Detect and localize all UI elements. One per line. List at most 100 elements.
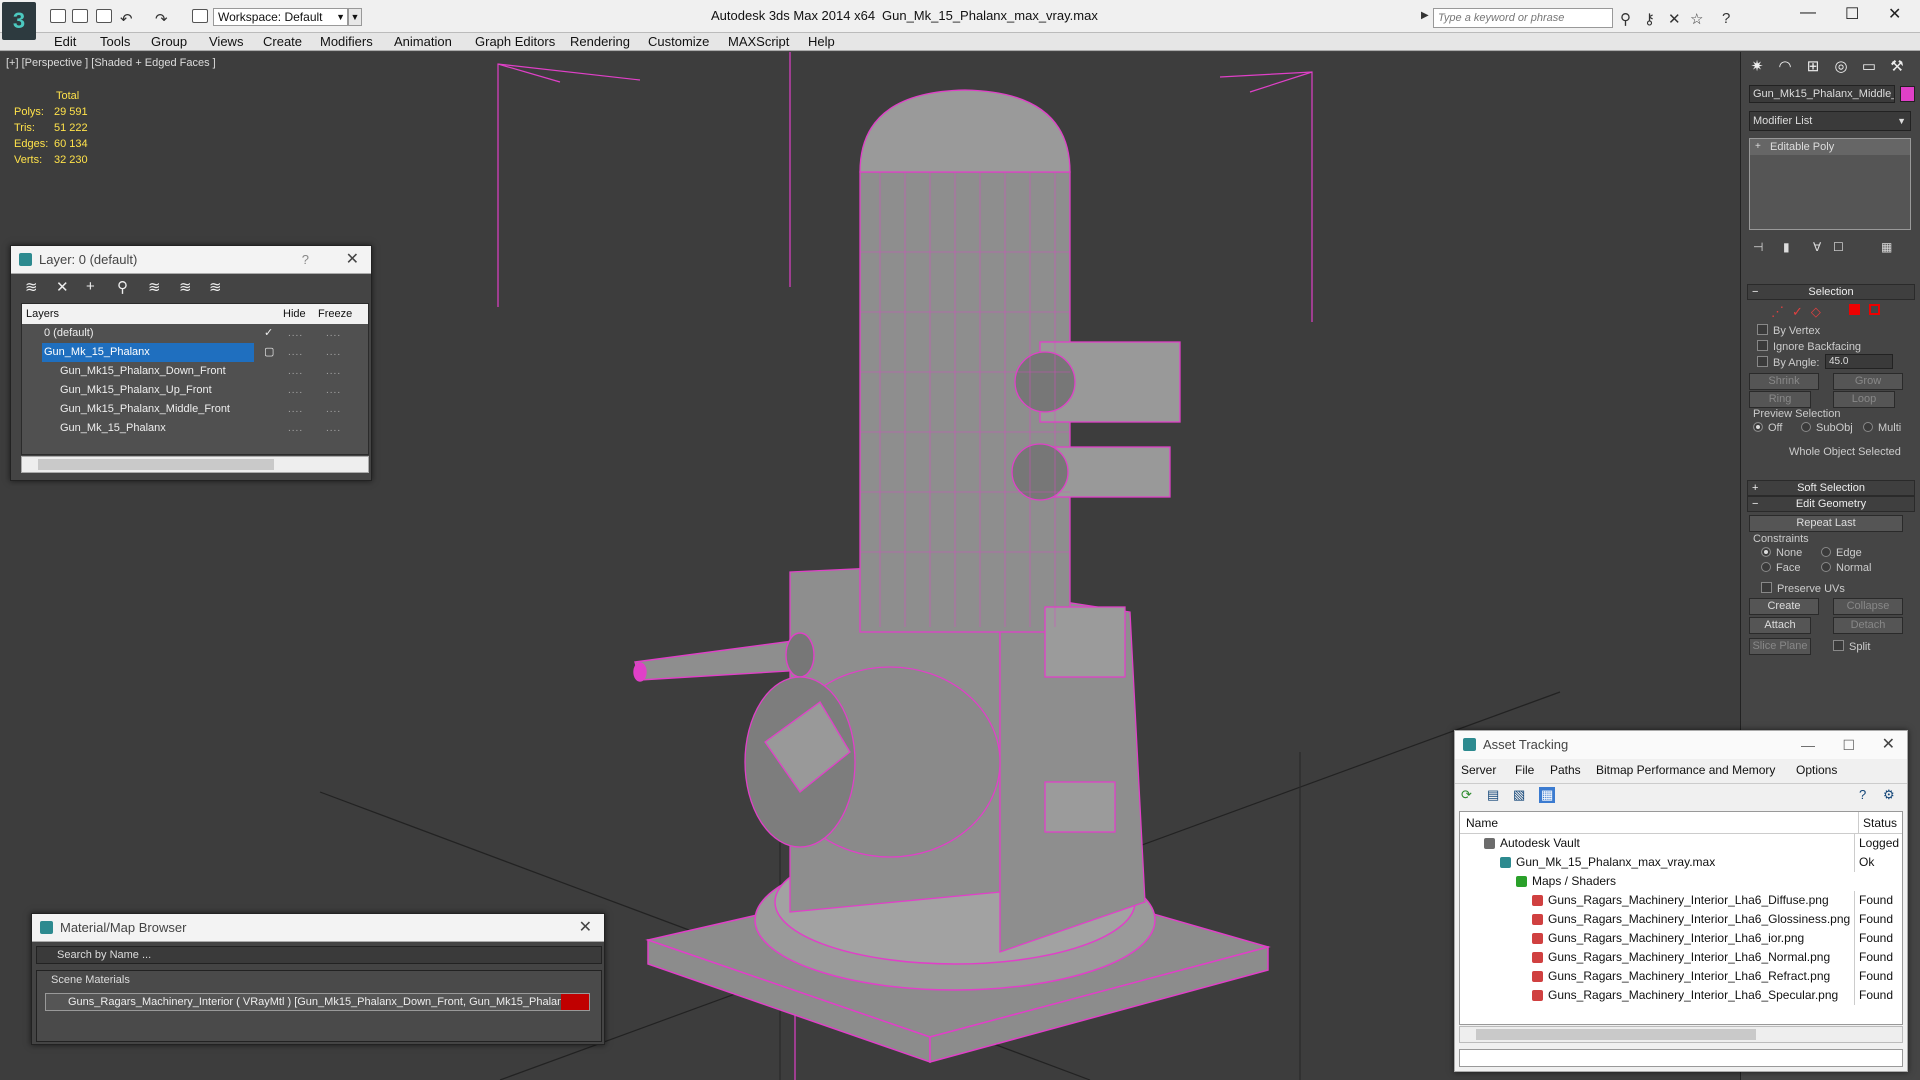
hide-all-layers-icon[interactable]: ≋ xyxy=(179,278,192,296)
menu-server[interactable]: Server xyxy=(1461,763,1496,777)
remove-modifier-icon[interactable]: ☐ xyxy=(1833,240,1844,254)
menu-file[interactable]: File xyxy=(1515,763,1534,777)
workspace-select[interactable]: Workspace: Default ▼ xyxy=(213,8,348,26)
modifier-list-dropdown[interactable]: Modifier List ▼ xyxy=(1749,111,1911,131)
edit-geometry-rollout[interactable]: − Edit Geometry xyxy=(1747,496,1915,512)
detach-button[interactable]: Detach xyxy=(1833,617,1903,634)
menu-options[interactable]: Options xyxy=(1796,763,1837,777)
col-layers[interactable]: Layers xyxy=(26,304,59,324)
close-icon[interactable]: ✕ xyxy=(1888,4,1901,24)
layer-row[interactable]: Gun_Mk15_Phalanx_Down_Front .... .... xyxy=(22,362,358,381)
save-file-icon[interactable] xyxy=(96,9,112,23)
preview-multi-radio[interactable]: Multi xyxy=(1863,422,1901,434)
by-vertex-checkbox[interactable]: By Vertex xyxy=(1757,324,1820,337)
table-row[interactable]: Maps / Shaders xyxy=(1460,872,1902,891)
configure-sets-icon[interactable]: ▦ xyxy=(1881,240,1892,254)
material-item[interactable]: Guns_Ragars_Machinery_Interior ( VRayMtl… xyxy=(45,993,590,1011)
col-hide[interactable]: Hide xyxy=(283,304,306,324)
layer-row[interactable]: Gun_Mk15_Phalanx_Middle_Front .... .... xyxy=(22,400,358,419)
menu-create[interactable]: Create xyxy=(263,34,302,49)
refresh-icon[interactable]: ⟳ xyxy=(1461,787,1472,803)
menu-paths[interactable]: Paths xyxy=(1550,763,1581,777)
binoculars-icon[interactable]: ⚲ xyxy=(1620,10,1631,28)
split-checkbox[interactable]: Split xyxy=(1833,640,1870,653)
menu-maxscript[interactable]: MAXScript xyxy=(728,34,789,49)
col-name[interactable]: Name xyxy=(1466,812,1498,834)
layer-row[interactable]: 0 (default) ✓ .... .... xyxy=(22,324,358,343)
workspace-dropdown-button[interactable]: ▼ xyxy=(348,8,362,26)
collapse-button[interactable]: Collapse xyxy=(1833,598,1903,615)
material-search-input[interactable]: Search by Name ... xyxy=(36,946,602,964)
angle-input[interactable]: 45.0 xyxy=(1825,354,1893,369)
create-button[interactable]: Create xyxy=(1749,598,1819,615)
menu-rendering[interactable]: Rendering xyxy=(570,34,630,49)
close-icon[interactable]: ✕ xyxy=(1882,731,1895,759)
display-tab-icon[interactable]: ▭ xyxy=(1857,56,1881,78)
utilities-tab-icon[interactable]: ⚒ xyxy=(1885,56,1909,78)
maximize-icon[interactable]: ☐ xyxy=(1845,4,1859,24)
menu-tools[interactable]: Tools xyxy=(100,34,130,49)
delete-layer-icon[interactable]: ✕ xyxy=(56,278,69,296)
maximize-icon[interactable]: ☐ xyxy=(1842,731,1855,759)
slice-plane-button[interactable]: Slice Plane xyxy=(1749,638,1811,655)
layer-manager-titlebar[interactable]: Layer: 0 (default) ? ✕ xyxy=(11,246,371,274)
table-row[interactable]: Guns_Ragars_Machinery_Interior_Lha6_Spec… xyxy=(1460,986,1902,1005)
selection-rollout[interactable]: − Selection xyxy=(1747,284,1915,300)
subscription-icon[interactable]: ⚷ xyxy=(1644,10,1655,28)
project-folder-icon[interactable] xyxy=(192,9,208,23)
minimize-icon[interactable]: — xyxy=(1801,731,1815,759)
close-icon[interactable]: ✕ xyxy=(346,246,359,274)
show-end-result-icon[interactable]: ▮ xyxy=(1783,240,1790,254)
element-mode-icon[interactable] xyxy=(1869,304,1880,315)
asset-path-field[interactable] xyxy=(1459,1049,1903,1067)
preview-subobj-radio[interactable]: SubObj xyxy=(1801,422,1853,434)
table-row[interactable]: Gun_Mk_15_Phalanx_max_vray.max Ok xyxy=(1460,853,1902,872)
horizontal-scrollbar[interactable] xyxy=(21,456,369,473)
highlight-layer-icon[interactable]: ≋ xyxy=(148,278,161,296)
settings-icon[interactable]: ⚙ xyxy=(1883,787,1895,803)
thumbnail-view-icon[interactable]: ▧ xyxy=(1513,787,1525,803)
layer-row[interactable]: Gun_Mk_15_Phalanx .... .... xyxy=(22,419,358,438)
menu-animation[interactable]: Animation xyxy=(394,34,452,49)
constraint-normal-radio[interactable]: Normal xyxy=(1821,562,1871,574)
pin-stack-icon[interactable]: ⊣ xyxy=(1753,240,1763,254)
communication-icon[interactable]: ✕ xyxy=(1668,10,1681,28)
table-view-icon[interactable]: ▦ xyxy=(1539,787,1556,803)
object-color-swatch[interactable] xyxy=(1900,86,1915,102)
horizontal-scrollbar[interactable] xyxy=(1459,1026,1903,1043)
table-row[interactable]: Guns_Ragars_Machinery_Interior_Lha6_Norm… xyxy=(1460,948,1902,967)
search-expand-icon[interactable]: ▶ xyxy=(1421,10,1429,21)
redo-icon[interactable]: ↷ xyxy=(155,10,168,28)
new-file-icon[interactable] xyxy=(50,9,66,23)
soft-selection-rollout[interactable]: + Soft Selection xyxy=(1747,480,1915,496)
create-layer-icon[interactable]: ≋ xyxy=(25,278,38,296)
attach-button[interactable]: Attach xyxy=(1749,617,1811,634)
select-objects-icon[interactable]: ⚲ xyxy=(117,278,128,296)
add-to-layer-icon[interactable]: + xyxy=(86,278,95,295)
menu-help[interactable]: Help xyxy=(808,34,835,49)
asset-tracking-titlebar[interactable]: Asset Tracking — ☐ ✕ xyxy=(1455,731,1907,759)
ring-button[interactable]: Ring xyxy=(1749,391,1811,408)
favorites-star-icon[interactable]: ☆ xyxy=(1690,10,1703,28)
table-row[interactable]: Guns_Ragars_Machinery_Interior_Lha6_ior.… xyxy=(1460,929,1902,948)
search-input[interactable]: Type a keyword or phrase xyxy=(1433,8,1613,28)
col-freeze[interactable]: Freeze xyxy=(318,304,352,324)
minimize-icon[interactable]: — xyxy=(1800,4,1816,22)
close-icon[interactable]: ✕ xyxy=(579,914,592,942)
subobject-icons[interactable]: ⋰✓◇ xyxy=(1771,304,1829,320)
table-row[interactable]: Guns_Ragars_Machinery_Interior_Lha6_Refr… xyxy=(1460,967,1902,986)
freeze-all-layers-icon[interactable]: ≋ xyxy=(209,278,222,296)
section-header[interactable]: Scene Materials xyxy=(37,971,601,989)
menu-bitmap-performance[interactable]: Bitmap Performance and Memory xyxy=(1596,763,1775,777)
repeat-last-button[interactable]: Repeat Last xyxy=(1749,515,1903,532)
menu-graph-editors[interactable]: Graph Editors xyxy=(475,34,555,49)
object-name-field[interactable]: Gun_Mk15_Phalanx_Middle_F xyxy=(1749,85,1895,103)
motion-tab-icon[interactable]: ◎ xyxy=(1829,56,1853,78)
constraint-edge-radio[interactable]: Edge xyxy=(1821,547,1862,559)
polygon-mode-icon[interactable] xyxy=(1849,304,1860,315)
material-browser-titlebar[interactable]: Material/Map Browser ✕ xyxy=(32,914,604,942)
shrink-button[interactable]: Shrink xyxy=(1749,373,1819,390)
add-selection-icon[interactable]: ▢ xyxy=(264,343,274,362)
make-unique-icon[interactable]: ∀ xyxy=(1813,240,1821,254)
list-view-icon[interactable]: ▤ xyxy=(1487,787,1499,803)
